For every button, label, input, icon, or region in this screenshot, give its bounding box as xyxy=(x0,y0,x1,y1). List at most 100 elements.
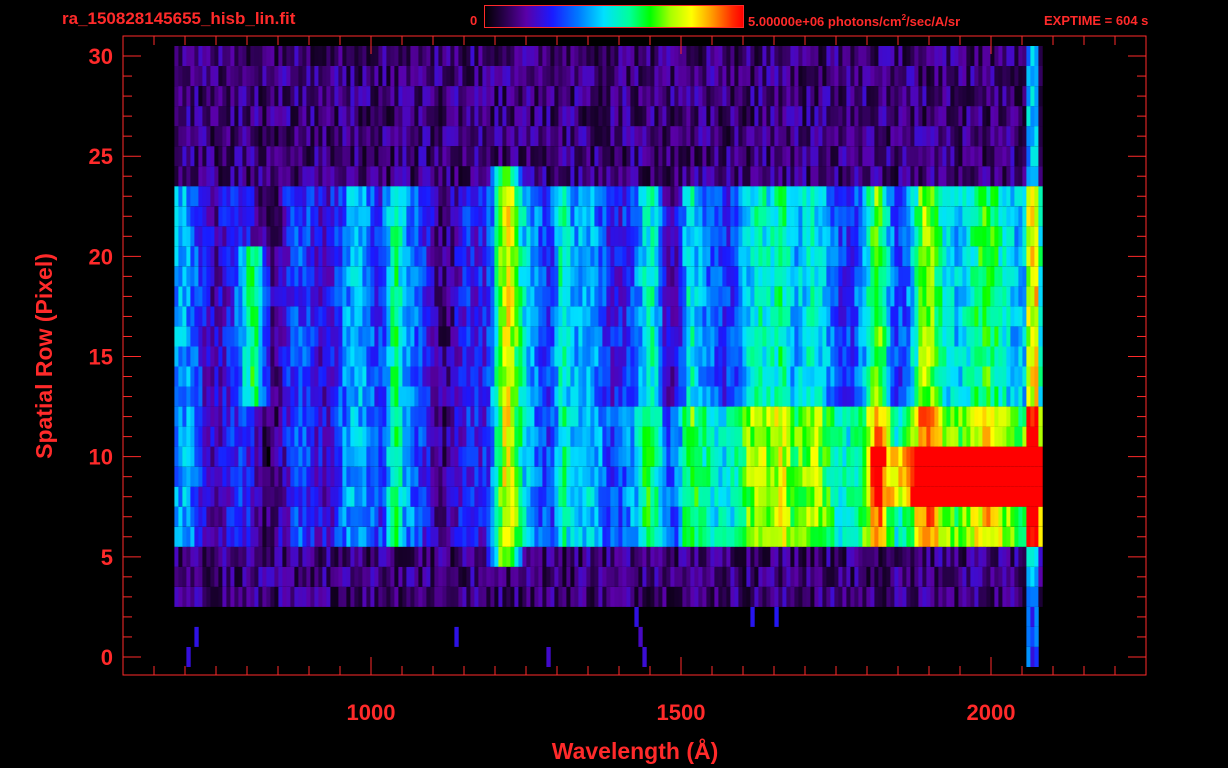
heatmap-cell xyxy=(318,346,323,367)
heatmap-cell xyxy=(838,266,843,287)
heatmap-cell xyxy=(642,246,647,267)
heatmap-cell xyxy=(926,546,931,567)
heatmap-cell xyxy=(750,326,755,347)
heatmap-cell xyxy=(210,146,215,167)
heatmap-cell xyxy=(498,466,503,487)
heatmap-cell xyxy=(430,466,435,487)
heatmap-cell xyxy=(722,566,727,587)
heatmap-cell xyxy=(698,206,703,227)
heatmap-cell xyxy=(954,586,959,607)
heatmap-cell xyxy=(218,226,223,247)
heatmap-cell xyxy=(366,586,371,607)
heatmap-cell xyxy=(466,226,471,247)
heatmap-cell xyxy=(914,346,919,367)
heatmap-cell xyxy=(642,326,647,347)
heatmap-cell xyxy=(914,366,919,387)
heatmap-cell xyxy=(378,486,383,507)
heatmap-cell xyxy=(330,406,335,427)
heatmap-cell xyxy=(778,586,783,607)
heatmap-cell xyxy=(958,526,963,547)
heatmap-cell xyxy=(670,546,675,567)
heatmap-cell xyxy=(858,586,863,607)
heatmap-cell xyxy=(446,206,451,227)
heatmap-cell xyxy=(498,346,503,367)
heatmap-cell xyxy=(706,186,711,207)
heatmap-cell xyxy=(534,406,539,427)
heatmap-cell xyxy=(722,366,727,387)
heatmap-cell xyxy=(942,366,947,387)
heatmap-cell xyxy=(790,566,795,587)
heatmap-cell xyxy=(1030,626,1035,647)
heatmap-cell xyxy=(370,406,375,427)
heatmap-cell xyxy=(1014,306,1019,327)
heatmap-cell xyxy=(454,406,459,427)
heatmap-cell xyxy=(538,466,543,487)
heatmap-cell xyxy=(186,166,191,187)
heatmap-cell xyxy=(462,246,467,267)
heatmap-cell xyxy=(194,486,199,507)
heatmap-cell xyxy=(1010,246,1015,267)
heatmap-cell xyxy=(282,166,287,187)
heatmap-cell xyxy=(914,446,919,467)
heatmap-cell xyxy=(334,546,339,567)
heatmap-cell xyxy=(818,406,823,427)
heatmap-cell xyxy=(814,346,819,367)
heatmap-cell xyxy=(1034,446,1039,467)
heatmap-cell xyxy=(238,146,243,167)
heatmap-cell xyxy=(974,566,979,587)
heatmap-cell xyxy=(414,286,419,307)
heatmap-cell xyxy=(942,526,947,547)
heatmap-cell xyxy=(298,506,303,527)
heatmap-cell xyxy=(670,486,675,507)
heatmap-cell xyxy=(314,526,319,547)
heatmap-cell xyxy=(214,426,219,447)
heatmap-cell xyxy=(470,266,475,287)
heatmap-cell xyxy=(838,526,843,547)
heatmap-cell xyxy=(790,326,795,347)
heatmap-cell xyxy=(426,366,431,387)
heatmap-cell xyxy=(738,586,743,607)
heatmap-cell xyxy=(814,166,819,187)
heatmap-cell xyxy=(386,486,391,507)
heatmap-cell xyxy=(546,326,551,347)
heatmap-cell xyxy=(994,166,999,187)
heatmap-cell xyxy=(942,186,947,207)
heatmap-cell xyxy=(882,406,887,427)
heatmap-cell xyxy=(922,246,927,267)
heatmap-cell xyxy=(458,546,463,567)
heatmap-cell xyxy=(550,566,555,587)
heatmap-cell xyxy=(1014,386,1019,407)
heatmap-cell xyxy=(742,486,747,507)
heatmap-cell xyxy=(474,426,479,447)
heatmap-cell xyxy=(658,566,663,587)
heatmap-cell xyxy=(870,166,875,187)
heatmap-cell xyxy=(738,506,743,527)
heatmap-cell xyxy=(542,326,547,347)
heatmap-cell xyxy=(346,346,351,367)
heatmap-cell xyxy=(966,266,971,287)
heatmap-cell xyxy=(562,266,567,287)
heatmap-cell xyxy=(562,506,567,527)
heatmap-cell xyxy=(742,546,747,567)
heatmap-cell xyxy=(338,246,343,267)
heatmap-cell xyxy=(706,446,711,467)
heatmap-cell xyxy=(782,246,787,267)
heatmap-cell xyxy=(1006,286,1011,307)
heatmap-cell xyxy=(910,246,915,267)
heatmap-cell xyxy=(282,286,287,307)
heatmap-cell xyxy=(286,206,291,227)
heatmap-cell xyxy=(978,326,983,347)
heatmap-cell xyxy=(538,146,543,167)
heatmap-cell xyxy=(822,546,827,567)
heatmap-cell xyxy=(234,166,239,187)
heatmap-cell xyxy=(194,626,199,647)
heatmap-cell xyxy=(774,566,779,587)
heatmap-cell xyxy=(566,326,571,347)
heatmap-cell xyxy=(874,346,879,367)
heatmap-cell xyxy=(258,286,263,307)
heatmap-cell xyxy=(410,206,415,227)
heatmap-cell xyxy=(198,566,203,587)
heatmap-cell xyxy=(362,366,367,387)
heatmap-cell xyxy=(214,546,219,567)
heatmap-cell xyxy=(1014,166,1019,187)
